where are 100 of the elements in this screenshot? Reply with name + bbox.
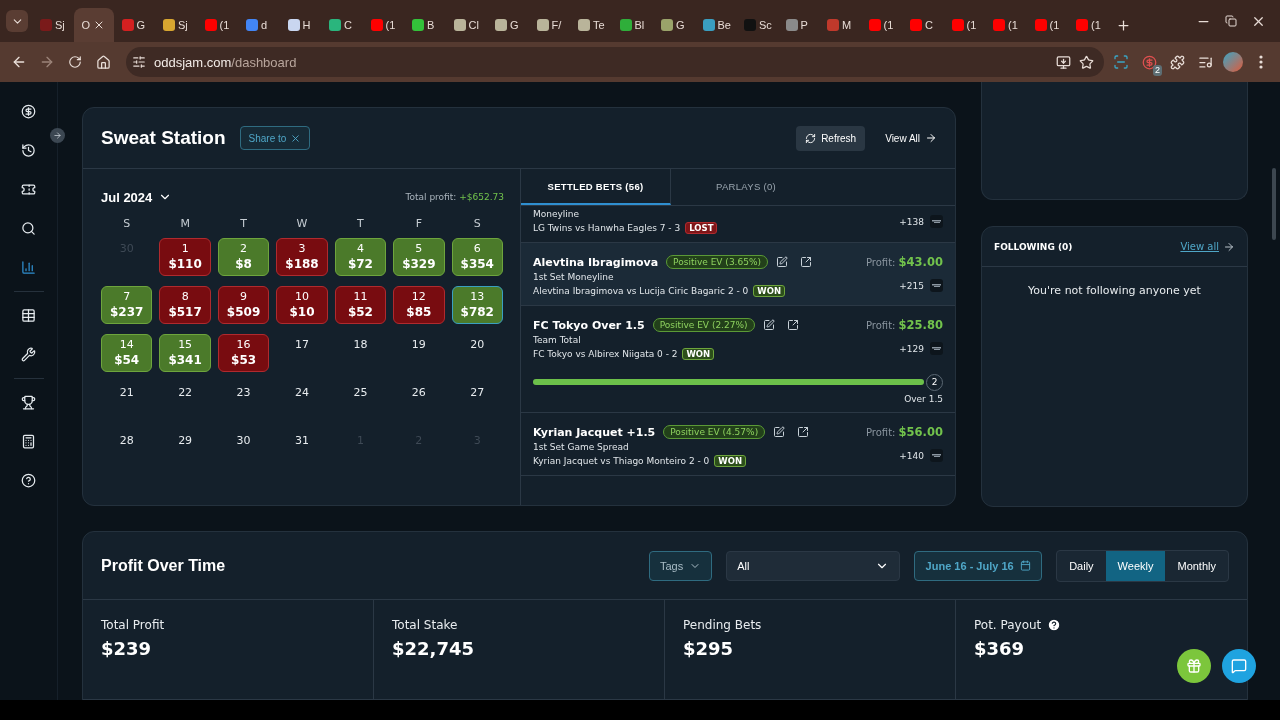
calendar-day[interactable]: 30 — [217, 430, 270, 468]
bet-row[interactable]: Alevtina Ibragimova Positive EV (3.65%) 1st Set Moneyline Alevtina Ibragimova vs Lucija Ciric Bagaric 2 - 0 WON Profit: $43.00 +215 — [521, 243, 955, 306]
chat-icon — [1231, 658, 1247, 674]
browser-tab[interactable]: Sj — [155, 8, 197, 42]
calendar-day[interactable]: 2 $8 — [217, 238, 270, 276]
browser-tab[interactable]: Be — [694, 8, 736, 42]
calendar-day[interactable]: 8 $517 — [159, 286, 211, 324]
bet-market: 1st Set Moneyline — [533, 272, 615, 282]
install-icon[interactable] — [1056, 54, 1071, 70]
edit-icon[interactable] — [773, 426, 786, 438]
external-link-icon[interactable] — [797, 426, 810, 438]
bookmark-star-icon[interactable] — [1079, 54, 1094, 70]
browser-tab[interactable]: (1 — [985, 8, 1027, 42]
browser-tab[interactable]: Te — [570, 8, 612, 42]
browser-tab[interactable]: M — [819, 8, 861, 42]
share-button[interactable]: Share to — [239, 126, 311, 150]
view-all-link[interactable]: View All — [879, 125, 943, 151]
browser-tab[interactable]: (1 — [943, 8, 985, 42]
calendar-day[interactable]: 4 $72 — [334, 238, 387, 276]
scan-icon — [1113, 54, 1129, 70]
date-range-button[interactable]: June 16 - July 16 — [914, 550, 1043, 581]
browser-tab[interactable]: Cl — [445, 8, 487, 42]
browser-tab[interactable]: Sc — [736, 8, 778, 42]
calendar-day[interactable]: 22 — [159, 382, 211, 420]
calendar-day[interactable]: 10 $10 — [276, 286, 328, 324]
browser-tab[interactable]: G — [653, 8, 695, 42]
calendar-day[interactable]: 27 — [451, 382, 503, 420]
calendar-day[interactable]: 21 — [101, 382, 153, 420]
x-logo-icon — [290, 132, 302, 144]
tags-dropdown[interactable]: Tags — [648, 550, 713, 581]
calendar-day[interactable]: 5 $329 — [393, 238, 445, 276]
external-link-icon[interactable] — [786, 319, 799, 331]
browser-tab[interactable]: H — [279, 8, 321, 42]
bets-tab[interactable]: SETTLED BETS (56) — [521, 169, 671, 205]
browser-tab[interactable]: (1 — [1026, 8, 1068, 42]
browser-tab[interactable]: (1 — [362, 8, 404, 42]
restore-icon[interactable] — [1225, 15, 1237, 27]
browser-tab[interactable]: (1 — [860, 8, 902, 42]
stat-label: Pending Bets — [683, 618, 762, 632]
tab-list-button[interactable] — [6, 10, 28, 32]
edit-icon[interactable] — [762, 319, 775, 331]
calendar-day[interactable]: 9 $509 — [217, 286, 270, 324]
browser-tab[interactable]: P — [777, 8, 819, 42]
period-button[interactable]: Daily — [1057, 550, 1106, 581]
view-all-link[interactable]: View all — [1180, 240, 1235, 253]
browser-tab[interactable]: d — [238, 8, 280, 42]
stat-value: $295 — [683, 638, 735, 659]
calendar-day[interactable]: 6 $354 — [451, 238, 503, 276]
browser-tab[interactable]: G — [113, 8, 155, 42]
calendar-day[interactable]: 25 — [334, 382, 387, 420]
browser-tab[interactable]: Bl — [611, 8, 653, 42]
calendar-day[interactable]: 20 — [451, 334, 503, 372]
help-icon[interactable] — [1047, 618, 1062, 632]
calendar-day[interactable]: 23 — [217, 382, 270, 420]
period-button[interactable]: Weekly — [1105, 550, 1166, 581]
calendar-day[interactable]: 17 — [276, 334, 328, 372]
calendar-day[interactable]: 15 $341 — [159, 334, 211, 372]
bet-row[interactable]: FC Tokyo Over 1.5 Positive EV (2.27%) Team Total FC Tokyo vs Albirex Niigata 0 - 2 WON Profit: $25.80 +129 — [521, 306, 955, 368]
bet-matchup: Alevtina Ibragimova vs Lucija Ciric Bagaric 2 - 0 — [533, 286, 749, 296]
calendar-day[interactable]: 29 — [159, 430, 211, 468]
month-picker[interactable]: Jul 2024 — [101, 189, 173, 205]
period-button[interactable]: Monthly — [1165, 550, 1228, 581]
edit-icon[interactable] — [776, 256, 788, 268]
browser-tab[interactable]: C — [321, 8, 363, 42]
refresh-button[interactable]: Refresh — [796, 125, 866, 151]
calendar-icon — [1019, 560, 1031, 571]
calendar-day[interactable]: 19 — [393, 334, 445, 372]
browser-tab[interactable]: Sj — [32, 8, 74, 42]
browser-tab[interactable]: (1 — [196, 8, 238, 42]
browser-tab[interactable]: F/ — [528, 8, 570, 42]
browser-tab[interactable]: C — [902, 8, 944, 42]
browser-tab[interactable]: G — [487, 8, 529, 42]
table-icon — [21, 308, 36, 323]
calendar-day[interactable]: 26 — [393, 382, 445, 420]
empty-message: You're not following anyone yet — [1027, 284, 1202, 297]
calendar-day[interactable]: 1 $110 — [159, 238, 211, 276]
browser-tab[interactable]: (1 — [1068, 8, 1110, 42]
calendar-day[interactable]: 24 — [276, 382, 328, 420]
site-info-icon[interactable] — [132, 55, 146, 69]
calendar-day[interactable]: 14 $54 — [101, 334, 153, 372]
browser-tab[interactable]: B — [404, 8, 446, 42]
calendar-day[interactable]: 11 $52 — [334, 286, 387, 324]
calendar-day[interactable]: 18 — [334, 334, 387, 372]
bet-title: Kyrian Jacquet +1.5 — [533, 425, 656, 439]
calendar-day[interactable]: 16 $53 — [217, 334, 270, 372]
calendar-day[interactable]: 3 $188 — [276, 238, 328, 276]
filter-select[interactable]: All — [726, 550, 901, 581]
calendar-day[interactable]: 7 $237 — [101, 286, 153, 324]
bet-row[interactable]: Kyrian Jacquet +1.5 Positive EV (4.57%) 1st Set Game Spread Kyrian Jacquet vs Thiago Monteiro 2 - 0 WON Profit: $56.00 +140 — [521, 413, 955, 476]
extension-button[interactable]: 2 — [1138, 48, 1160, 76]
browser-tab[interactable]: O — [73, 8, 114, 42]
calendar-day[interactable]: 12 $85 — [393, 286, 445, 324]
external-link-icon[interactable] — [800, 256, 812, 268]
bets-tab[interactable]: PARLAYS (0) — [671, 169, 821, 205]
address-bar[interactable]: oddsjam.com/dashboard — [126, 47, 1104, 77]
collapse-button[interactable] — [50, 128, 65, 143]
calendar-day[interactable]: 31 — [276, 430, 328, 468]
dollar-icon — [21, 104, 36, 119]
calendar-day[interactable]: 13 $782 — [451, 286, 503, 324]
calendar-day[interactable]: 28 — [101, 430, 153, 468]
